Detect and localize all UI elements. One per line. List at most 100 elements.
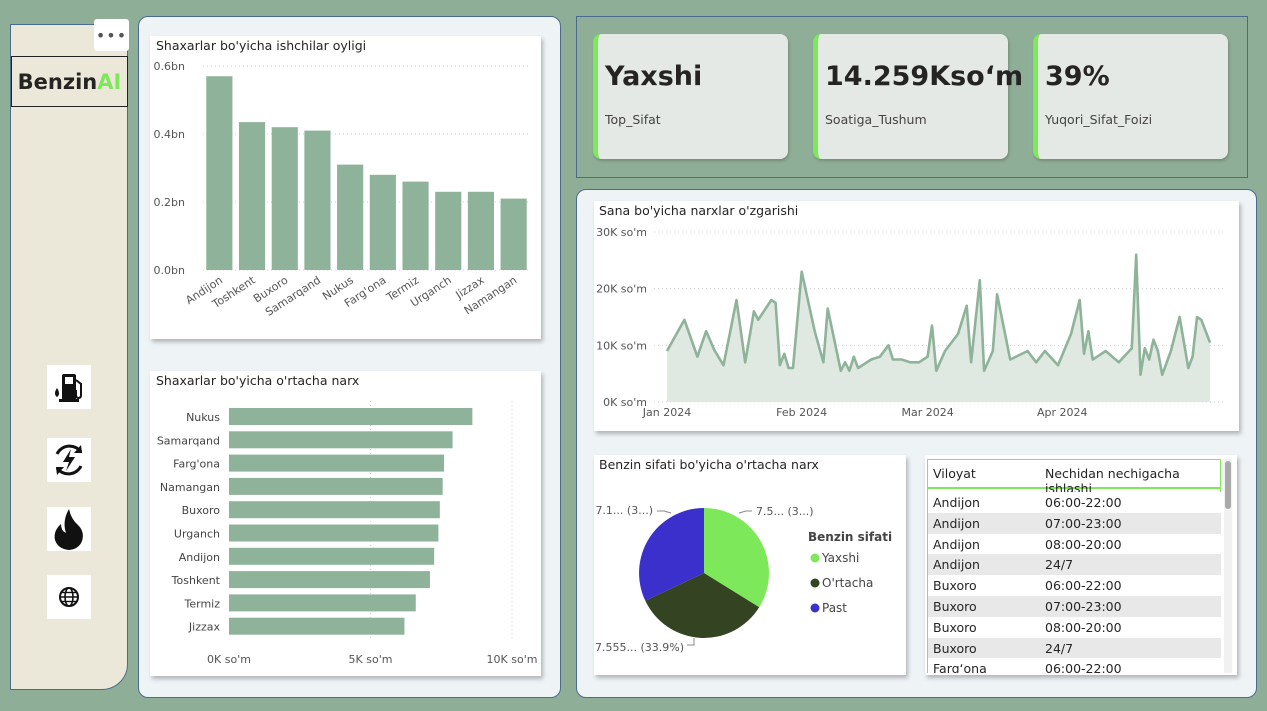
legend-title: Benzin sifati	[808, 530, 892, 544]
kpi-value: 14.259Kso‘m	[825, 61, 1024, 92]
y-tick-label: Urganch	[174, 528, 220, 541]
y-tick-label: 10K so'm	[596, 339, 647, 352]
cell-viloyat: Andijon	[933, 515, 980, 531]
avg-price-bar-chart: 0K so'm 5K so'm 10K so'm Nukus Samarqand Farg…	[157, 401, 538, 666]
brand-accent: AI	[97, 69, 122, 94]
series-area	[667, 254, 1210, 402]
x-tick-label: Feb 2024	[776, 406, 827, 419]
bar	[229, 454, 445, 472]
table-scrollbar[interactable]	[1224, 459, 1232, 673]
bar	[402, 181, 429, 270]
working-hours-table: Viloyat Nechidan nechigacha ishlashi And…	[927, 459, 1223, 673]
salary-bar-chart: 0.0bn0.2bn0.4bn0.6bnAndijonToshkentBuxor…	[154, 60, 530, 319]
cell-hours: 08:00-20:00	[1045, 536, 1122, 552]
y-tick-label: 0K so'm	[603, 396, 647, 409]
cell-hours: 07:00-23:00	[1045, 515, 1122, 531]
leader-line	[738, 510, 752, 514]
cell-viloyat: Buxoro	[933, 640, 977, 656]
cell-viloyat: Buxoro	[933, 578, 977, 594]
salary-bar-chart-card: Shaxarlar bo'yicha ishchilar oyligi 0.0b…	[150, 36, 541, 339]
legend-label: Yaxshi	[821, 551, 859, 565]
kpi-value: Yaxshi	[605, 61, 703, 92]
y-tick-label: 0.0bn	[154, 264, 185, 277]
y-tick-label: Farg'ona	[173, 458, 220, 471]
table-row[interactable]: Farg‘ona 06:00-22:00	[928, 658, 1221, 673]
cell-viloyat: Andijon	[933, 536, 980, 552]
kpi-label: Soatiga_Tushum	[825, 112, 927, 127]
y-tick-label: Toshkent	[171, 574, 221, 587]
legend-label: O'rtacha	[822, 576, 873, 590]
y-tick-label: 0.4bn	[154, 128, 185, 141]
bar	[229, 594, 416, 612]
bar	[271, 127, 298, 270]
cell-hours: 06:00-22:00	[1045, 495, 1122, 510]
x-tick-label: Mar 2024	[902, 406, 954, 419]
column-header-viloyat[interactable]: Viloyat	[933, 466, 976, 481]
bar	[229, 501, 440, 519]
x-tick-label: Apr 2024	[1037, 406, 1088, 419]
working-hours-table-card: Viloyat Nechidan nechigacha ishlashi And…	[925, 455, 1237, 675]
table-row[interactable]: Buxoro 07:00-23:00	[928, 596, 1221, 617]
table-row[interactable]: Andijon 07:00-23:00	[928, 512, 1221, 534]
cell-viloyat: Buxoro	[933, 619, 977, 635]
kpi-high-quality-percent: 39% Yuqori_Sifat_Foizi	[1033, 34, 1228, 159]
legend-marker	[810, 553, 820, 563]
y-tick-label: 0.2bn	[154, 196, 185, 209]
cell-hours: 24/7	[1045, 557, 1074, 573]
more-options-button[interactable]: •••	[94, 19, 129, 51]
legend-marker	[810, 603, 820, 613]
y-tick-label: 20K so'm	[596, 283, 647, 296]
table-row[interactable]: Andijon 06:00-22:00	[928, 492, 1221, 513]
cell-hours: 06:00-22:00	[1045, 578, 1122, 594]
nav-globe-button[interactable]	[47, 575, 91, 619]
brand-logo: Benzin AI	[11, 56, 128, 107]
y-tick-label: 30K so'm	[596, 226, 647, 239]
nav-energy-button[interactable]	[47, 438, 91, 482]
table-header: Viloyat Nechidan nechigacha ishlashi	[927, 459, 1221, 496]
table-row[interactable]: Andijon 24/7	[928, 554, 1221, 576]
bar	[229, 408, 473, 425]
x-tick-label: 5K so'm	[349, 653, 393, 666]
x-tick-label: 10K so'm	[487, 653, 538, 666]
kpi-value: 39%	[1045, 61, 1110, 92]
bar	[229, 431, 453, 449]
bar	[229, 617, 405, 635]
cell-viloyat: Andijon	[933, 557, 980, 573]
leader-line	[657, 510, 672, 514]
x-tick-label: 0K so'm	[207, 653, 251, 666]
y-tick-label: Namangan	[160, 481, 220, 494]
y-tick-label: Termiz	[184, 597, 221, 610]
cell-hours: 08:00-20:00	[1045, 619, 1122, 635]
flame-icon	[54, 509, 83, 550]
bar	[206, 76, 233, 270]
table-row[interactable]: Andijon 08:00-20:00	[928, 533, 1221, 555]
energy-refresh-icon	[55, 444, 83, 476]
bar	[229, 571, 430, 589]
table-row[interactable]: Buxoro 08:00-20:00	[928, 616, 1221, 638]
y-tick-label: Andijon	[179, 551, 220, 564]
quality-pie-chart-card: Benzin sifati bo'yicha o'rtacha narx 7.5…	[594, 455, 906, 675]
y-tick-label: Buxoro	[182, 504, 221, 517]
cell-viloyat: Farg‘ona	[933, 661, 987, 673]
cell-hours: 07:00-23:00	[1045, 599, 1122, 614]
y-tick-label: Samarqand	[157, 434, 220, 447]
nav-fuel-station-button[interactable]	[47, 365, 91, 409]
y-tick-label: Nukus	[186, 411, 220, 424]
legend-marker	[810, 578, 820, 588]
fuel-station-icon	[55, 374, 82, 402]
globe-icon	[59, 587, 79, 607]
leader-line	[687, 638, 695, 646]
kpi-hourly-revenue: 14.259Kso‘m Soatiga_Tushum	[813, 34, 1023, 159]
nav-fire-button[interactable]	[47, 507, 91, 551]
y-tick-label: Jizzax	[188, 621, 221, 634]
cell-viloyat: Andijon	[933, 495, 980, 510]
data-label: 7.555... (33.9%)	[595, 641, 684, 654]
bar	[435, 191, 462, 270]
table-row[interactable]: Buxoro 24/7	[928, 637, 1221, 659]
table-row[interactable]: Buxoro 06:00-22:00	[928, 575, 1221, 597]
price-trend-chart: 0K so'm 10K so'm 20K so'm 30K so'm Jan 2024 F…	[596, 226, 1224, 419]
bar	[229, 477, 443, 495]
bar	[467, 191, 495, 270]
scrollbar-thumb[interactable]	[1225, 461, 1231, 509]
bar	[229, 547, 435, 565]
